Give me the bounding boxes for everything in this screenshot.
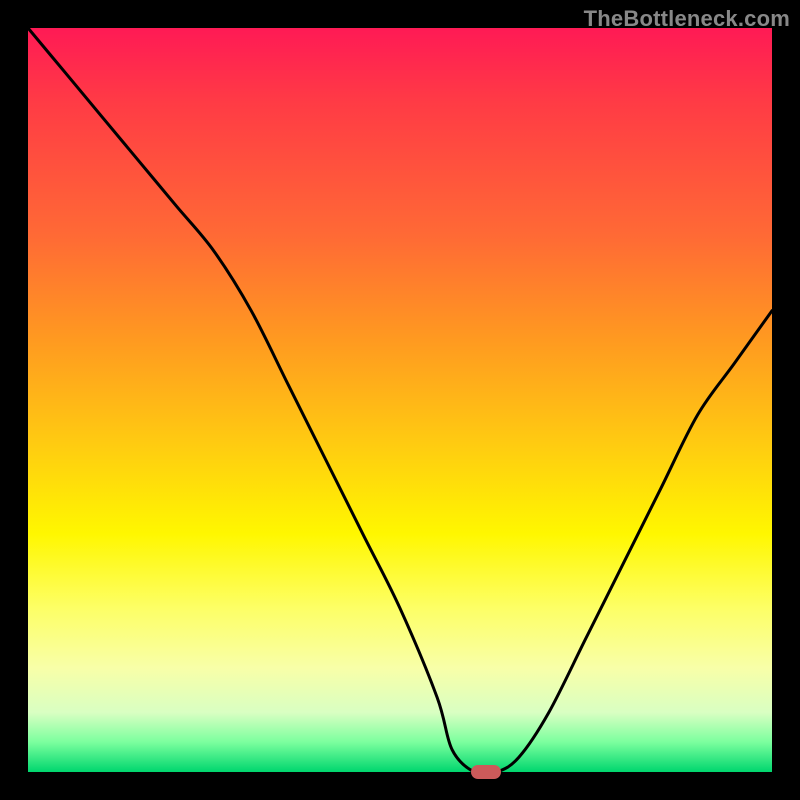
chart-frame: TheBottleneck.com xyxy=(0,0,800,800)
bottleneck-curve xyxy=(28,28,772,772)
optimal-marker xyxy=(471,765,501,779)
plot-area xyxy=(28,28,772,772)
curve-path xyxy=(28,28,772,774)
